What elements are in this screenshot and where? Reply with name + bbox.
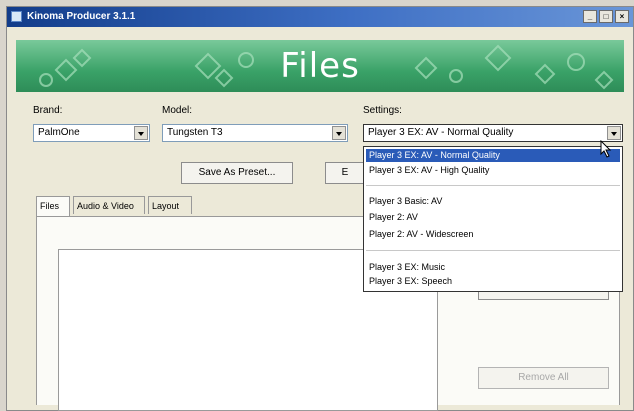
tab-audio-video[interactable]: Audio & Video	[73, 196, 145, 214]
settings-select[interactable]: Player 3 EX: AV - Normal Quality	[363, 124, 623, 142]
banner-title: Files	[280, 46, 360, 86]
title-bar[interactable]: Kinoma Producer 3.1.1 _ □ ×	[7, 7, 633, 27]
settings-option[interactable]: Player 2: AV - Widescreen	[366, 228, 620, 241]
settings-option[interactable]: Player 3 EX: Music	[366, 261, 620, 274]
settings-option[interactable]: Player 3 EX: AV - High Quality	[366, 164, 620, 177]
minimize-button[interactable]: _	[583, 10, 597, 23]
separator	[366, 185, 620, 186]
maximize-button[interactable]: □	[599, 10, 613, 23]
tab-layout[interactable]: Layout	[148, 196, 192, 214]
app-icon	[11, 11, 22, 22]
mouse-cursor-icon	[600, 140, 612, 158]
settings-label: Settings:	[363, 105, 402, 116]
chevron-down-icon[interactable]	[607, 126, 621, 140]
chevron-down-icon[interactable]	[134, 126, 148, 140]
model-value: Tungsten T3	[167, 127, 223, 138]
tab-files[interactable]: Files	[36, 196, 70, 216]
settings-value: Player 3 EX: AV - Normal Quality	[368, 127, 514, 138]
model-label: Model:	[162, 105, 193, 116]
settings-option[interactable]: Player 2: AV	[366, 211, 620, 224]
settings-option[interactable]: Player 3 EX: AV - Normal Quality	[366, 149, 620, 162]
window-title: Kinoma Producer 3.1.1	[27, 11, 136, 22]
header-banner: Files	[16, 40, 624, 92]
separator	[366, 250, 620, 251]
brand-select[interactable]: PalmOne	[33, 124, 150, 142]
edit-preset-button[interactable]: E	[325, 162, 365, 184]
close-button[interactable]: ×	[615, 10, 629, 23]
save-preset-button[interactable]: Save As Preset...	[181, 162, 293, 184]
model-select[interactable]: Tungsten T3	[162, 124, 348, 142]
settings-option[interactable]: Player 3 EX: Speech	[366, 275, 620, 288]
chevron-down-icon[interactable]	[332, 126, 346, 140]
brand-value: PalmOne	[38, 127, 80, 138]
settings-option[interactable]: Player 3 Basic: AV	[366, 195, 620, 208]
remove-all-button[interactable]: Remove All	[478, 367, 609, 389]
settings-dropdown-list[interactable]: Player 3 EX: AV - Normal Quality Player …	[363, 146, 623, 292]
brand-label: Brand:	[33, 105, 63, 116]
